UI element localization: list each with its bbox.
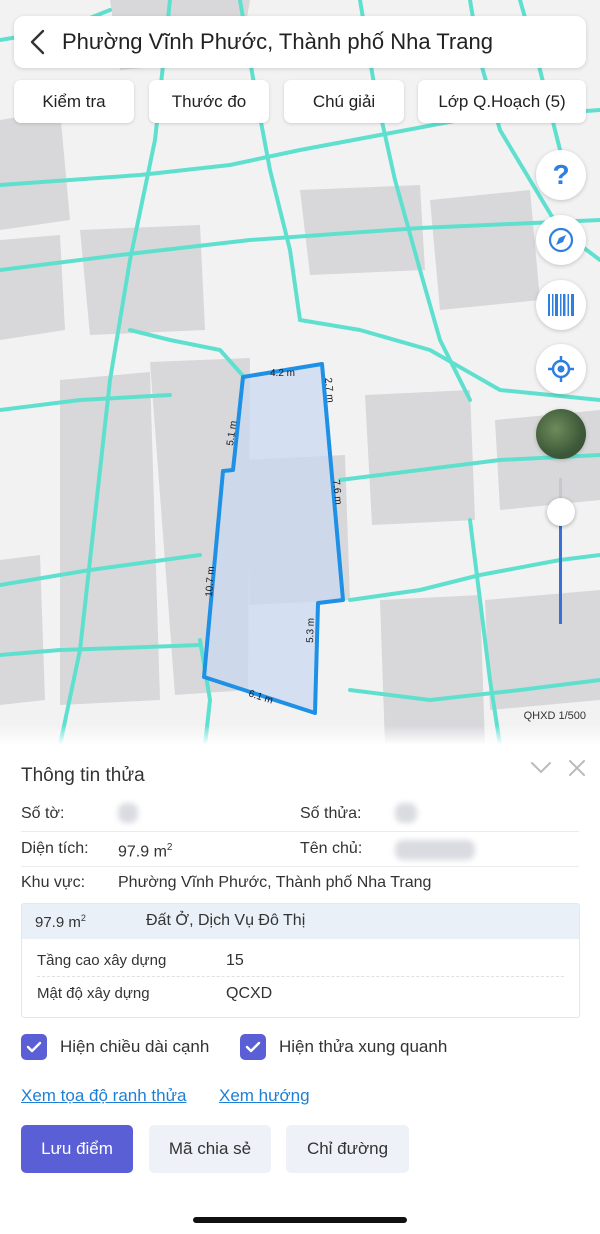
- parcel-number-value: [395, 803, 417, 828]
- map-bottom-fade: [0, 725, 600, 745]
- land-use-detail: 97.9 m2 Đất Ở, Dịch Vụ Đô Thị Tầng cao x…: [21, 903, 580, 1018]
- close-icon[interactable]: [568, 759, 586, 777]
- show-neighbors-label: Hiện thửa xung quanh: [279, 1037, 448, 1056]
- view-boundary-coordinates-link[interactable]: Xem tọa độ ranh thửa: [21, 1086, 186, 1106]
- measure-button[interactable]: Thước đo: [149, 80, 269, 123]
- area-unit-sup: 2: [166, 842, 173, 853]
- area-label: Diện tích:: [21, 840, 89, 857]
- show-edge-length-label: Hiện chiều dài cạnh: [60, 1037, 210, 1056]
- edge-label-lower-right: 5.3 m: [305, 618, 317, 643]
- density-value: QCXD: [226, 985, 273, 1002]
- show-edge-length-checkbox[interactable]: [21, 1034, 47, 1060]
- land-area-sup: 2: [80, 913, 86, 923]
- area-value: 97.9 m2: [118, 842, 172, 861]
- locate-icon: [548, 356, 574, 382]
- show-neighbors-checkbox[interactable]: [240, 1034, 266, 1060]
- floor-height-value: 15: [226, 952, 244, 969]
- barcode-button[interactable]: [536, 280, 586, 330]
- edge-label-left: 10.7 m: [204, 566, 217, 597]
- density-label: Mật độ xây dựng: [37, 985, 150, 1002]
- sheet-number-label: Số tờ:: [21, 805, 65, 822]
- check-button[interactable]: Kiểm tra: [14, 80, 134, 123]
- compass-icon: [548, 227, 574, 253]
- land-area-value: 97.9 m: [35, 914, 81, 931]
- share-code-button[interactable]: Mã chia sẻ: [149, 1125, 271, 1173]
- land-type: Đất Ở, Dịch Vụ Đô Thị: [146, 912, 306, 929]
- map-scale-label: QHXD 1/500: [523, 710, 586, 722]
- directions-button[interactable]: Chỉ đường: [286, 1125, 409, 1173]
- chevron-down-icon[interactable]: [530, 761, 552, 775]
- owner-value: [395, 840, 475, 865]
- barcode-icon: [548, 294, 574, 316]
- zoom-slider-knob[interactable]: [547, 498, 575, 526]
- region-label: Khu vực:: [21, 874, 86, 891]
- area-number: 97.9 m: [118, 843, 167, 861]
- help-button[interactable]: ?: [536, 150, 586, 200]
- page-title: Phường Vĩnh Phước, Thành phố Nha Trang: [62, 29, 493, 54]
- planning-layers-button[interactable]: Lớp Q.Hoạch (5): [418, 80, 586, 123]
- floor-height-label: Tầng cao xây dựng: [37, 952, 167, 969]
- owner-label: Tên chủ:: [300, 840, 363, 857]
- region-value: Phường Vĩnh Phước, Thành phố Nha Trang: [118, 874, 432, 891]
- view-direction-link[interactable]: Xem hướng: [219, 1086, 310, 1106]
- checkmark-icon: [26, 1041, 42, 1053]
- back-button[interactable]: [14, 16, 62, 68]
- divider: [37, 976, 564, 977]
- map-toolbar: Kiểm tra Thước đo Chú giải Lớp Q.Hoạch (…: [14, 80, 586, 123]
- satellite-layer-button[interactable]: [536, 409, 586, 459]
- show-neighbors-toggle[interactable]: Hiện thửa xung quanh: [240, 1034, 447, 1060]
- locate-button[interactable]: [536, 344, 586, 394]
- home-indicator: [193, 1217, 407, 1223]
- edge-label-top: 4.2 m: [270, 368, 295, 379]
- help-icon: ?: [552, 159, 570, 190]
- sheet-number-value: [118, 803, 138, 828]
- map-view[interactable]: 4.2 m 2.7 m 7.6 m 5.3 m 6.1 m 10.7 m 5.1…: [0, 0, 600, 745]
- show-edge-length-toggle[interactable]: Hiện chiều dài cạnh: [21, 1034, 209, 1060]
- compass-button[interactable]: [536, 215, 586, 265]
- parcel-info-sheet: Thông tin thửa Số tờ: Số thửa: Diện tích…: [0, 745, 600, 1234]
- divider: [21, 831, 579, 832]
- parcel-number-label: Số thửa:: [300, 805, 362, 822]
- sheet-title: Thông tin thửa: [21, 765, 145, 786]
- chevron-left-icon: [30, 29, 45, 55]
- location-header: Phường Vĩnh Phước, Thành phố Nha Trang: [14, 16, 586, 68]
- land-area: 97.9 m2: [35, 913, 86, 931]
- divider: [21, 866, 579, 867]
- save-point-button[interactable]: Lưu điểm: [21, 1125, 133, 1173]
- land-use-header: 97.9 m2 Đất Ở, Dịch Vụ Đô Thị: [22, 904, 579, 939]
- checkmark-icon: [245, 1041, 261, 1053]
- legend-button[interactable]: Chú giải: [284, 80, 404, 123]
